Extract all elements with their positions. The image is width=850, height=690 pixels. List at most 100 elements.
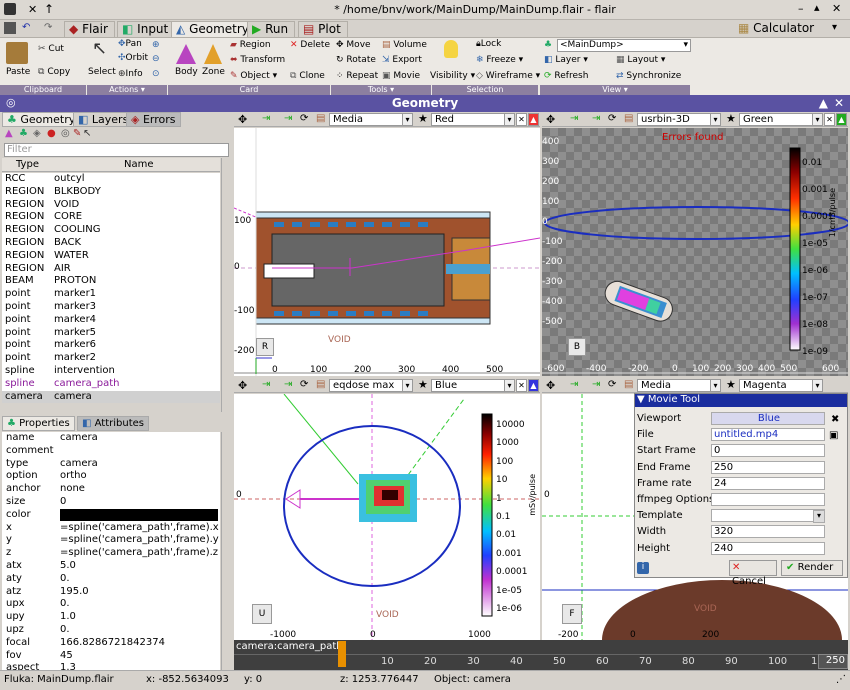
layer-select-blue[interactable]: eqdose max	[329, 379, 411, 392]
cut-button[interactable]: ✂ Cut	[38, 44, 64, 55]
tab-geometry-list[interactable]: ♣ Geometry	[2, 112, 81, 127]
layer-select-red[interactable]: Media	[329, 113, 411, 126]
list-item[interactable]: REGION COOLING	[2, 224, 220, 237]
redo-icon[interactable]: ↷	[44, 22, 56, 34]
property-value[interactable]: 0.	[60, 624, 70, 636]
refresh-view-icon[interactable]: ⟳	[300, 113, 308, 124]
property-row[interactable]: option ortho	[2, 470, 220, 484]
repeat-button[interactable]: ⁘ Repeat	[336, 71, 378, 82]
zoom-in-icon[interactable]: ⊕	[152, 40, 160, 51]
tab-geometry[interactable]: ◭ Geometry	[171, 21, 256, 37]
star-icon[interactable]: ★	[418, 112, 428, 125]
arrow-icon[interactable]: ⇥	[262, 379, 270, 390]
minimize-button[interactable]: –	[798, 2, 804, 15]
property-row[interactable]: color	[2, 508, 220, 522]
export-button[interactable]: ⇲ Export	[382, 55, 422, 66]
list-item[interactable]: BEAM PROTON	[2, 275, 220, 289]
timeline[interactable]: camera:camera_path 0 10 20 30 40 50 60 70 80 90 10…	[234, 640, 848, 670]
tab-properties[interactable]: ♣ Properties	[2, 416, 75, 431]
viewport-color-green[interactable]: ▲	[836, 113, 847, 126]
property-value[interactable]: 0.	[60, 573, 70, 585]
resize-grip-icon[interactable]: ⋰	[836, 674, 846, 685]
wireframe-button[interactable]: ◇ Wireframe ▾	[476, 71, 540, 82]
list-item[interactable]: REGION WATER	[2, 249, 220, 263]
timeline-end-field[interactable]: 250	[818, 654, 848, 669]
file-save-icon[interactable]: ▣	[829, 430, 838, 441]
movie-field-height[interactable]: 240	[711, 541, 825, 555]
tab-run[interactable]: ▶ Run	[247, 21, 296, 37]
menu-arrow-icon[interactable]: ▾	[832, 22, 837, 33]
freeze-button[interactable]: ❄ Freeze ▾	[476, 55, 523, 66]
refresh-view-icon[interactable]: ⟳	[608, 379, 616, 390]
property-row[interactable]: anchor none	[2, 483, 220, 496]
property-value[interactable]	[60, 508, 218, 521]
property-row[interactable]: comment	[2, 444, 220, 458]
layer-button[interactable]: ◧ Layer ▾	[544, 55, 588, 66]
paste-button[interactable]: Paste	[6, 67, 30, 78]
property-value[interactable]: 1.0	[60, 611, 76, 623]
move-button[interactable]: ✥ Move	[336, 40, 371, 51]
movie-field-template[interactable]	[711, 509, 825, 523]
tab-input[interactable]: ◧ Input	[117, 21, 176, 37]
zoom-fit-icon[interactable]: ⊙	[152, 69, 160, 80]
movie-field-frame-rate[interactable]: 24	[711, 476, 825, 490]
list-item[interactable]: point marker6	[2, 339, 220, 353]
star-icon[interactable]: ★	[726, 378, 736, 391]
close-viewport-icon[interactable]: ✕	[516, 113, 527, 126]
property-value[interactable]: 5.0	[60, 560, 76, 572]
viewport-dropdown-icon[interactable]: ▾	[812, 379, 823, 392]
clone-button[interactable]: ⧉ Clone	[290, 71, 325, 82]
region-filter-icon[interactable]: ◈	[33, 128, 41, 139]
list-item[interactable]: point marker5	[2, 326, 220, 340]
body-icon[interactable]	[176, 44, 196, 64]
movie-button[interactable]: ▣ Movie	[382, 71, 420, 82]
list-scrollbar[interactable]	[221, 158, 230, 412]
tab-flair[interactable]: ◆ Flair	[64, 21, 115, 37]
list-item[interactable]: spline intervention	[2, 365, 220, 378]
list-item[interactable]: REGION VOID	[2, 198, 220, 212]
star-icon[interactable]: ★	[418, 378, 428, 391]
tab-layers[interactable]: ◧ Layers	[73, 112, 134, 127]
select-button[interactable]: Select	[88, 67, 116, 78]
spline-filter-icon[interactable]: ✎	[73, 128, 81, 139]
property-value[interactable]: 0	[60, 496, 66, 508]
property-row[interactable]: upx 0.	[2, 598, 220, 612]
template-dropdown-icon[interactable]: ▾	[813, 510, 825, 523]
layer-select-magenta[interactable]: Media	[637, 379, 719, 392]
layer-dropdown-icon[interactable]: ▾	[402, 113, 413, 126]
info-icon[interactable]: i	[637, 562, 649, 574]
beam-filter-icon[interactable]: ●	[47, 128, 56, 139]
property-value[interactable]: camera	[60, 432, 98, 444]
visibility-icon[interactable]	[444, 40, 458, 58]
list-item[interactable]: REGION BLKBODY	[2, 185, 220, 199]
movie-field-file[interactable]: untitled.mp4	[711, 428, 825, 442]
property-row[interactable]: x =spline('camera_path',frame).x	[2, 521, 220, 535]
tab-plot[interactable]: ▤ Plot	[298, 21, 348, 37]
filter-input[interactable]: Filter	[4, 143, 229, 157]
movie-field-end-frame[interactable]: 250	[711, 460, 825, 474]
property-value[interactable]: 45	[60, 650, 73, 662]
property-row[interactable]: atz 195.0	[2, 585, 220, 599]
viewport-blue[interactable]: 0 10000 1000 100 10 1 0.1 0.01 0.001 0.0001 1e-05…	[234, 394, 540, 640]
list-item[interactable]: point marker1	[2, 288, 220, 301]
pan-button[interactable]: ✥Pan	[118, 39, 142, 50]
viewport-dropdown-icon[interactable]: ▾	[504, 379, 515, 392]
cancel-button[interactable]: ✕ Cancel	[729, 560, 777, 587]
column-type[interactable]: Type	[16, 159, 39, 170]
list-item[interactable]: point marker3	[2, 301, 220, 314]
movie-field-width[interactable]: 320	[711, 525, 825, 539]
info-button[interactable]: ⊕Info	[118, 69, 143, 80]
calculator-button[interactable]: ▦ Calculator	[738, 21, 814, 35]
viewport-name-red[interactable]: Red	[431, 113, 513, 126]
list-item[interactable]: spline camera_path	[2, 377, 220, 391]
viewport-green[interactable]: Errors found 400 300 200 100 0 -100 -200 -300 -4…	[542, 128, 848, 376]
up-arrow-icon[interactable]: ↑	[44, 2, 54, 16]
close-geometry-icon[interactable]: ✕	[834, 95, 844, 111]
layout-button[interactable]: ▦ Layout ▾	[616, 55, 665, 66]
lock-button[interactable]: 🔒︎Lock	[476, 39, 501, 50]
rotate-button[interactable]: ↻ Rotate	[336, 55, 376, 66]
property-value[interactable]: ortho	[60, 470, 87, 482]
property-value[interactable]: 0.	[60, 598, 70, 610]
collapse-icon[interactable]: ▲	[819, 95, 828, 111]
geometry-menu-icon[interactable]: ◎	[6, 95, 16, 111]
